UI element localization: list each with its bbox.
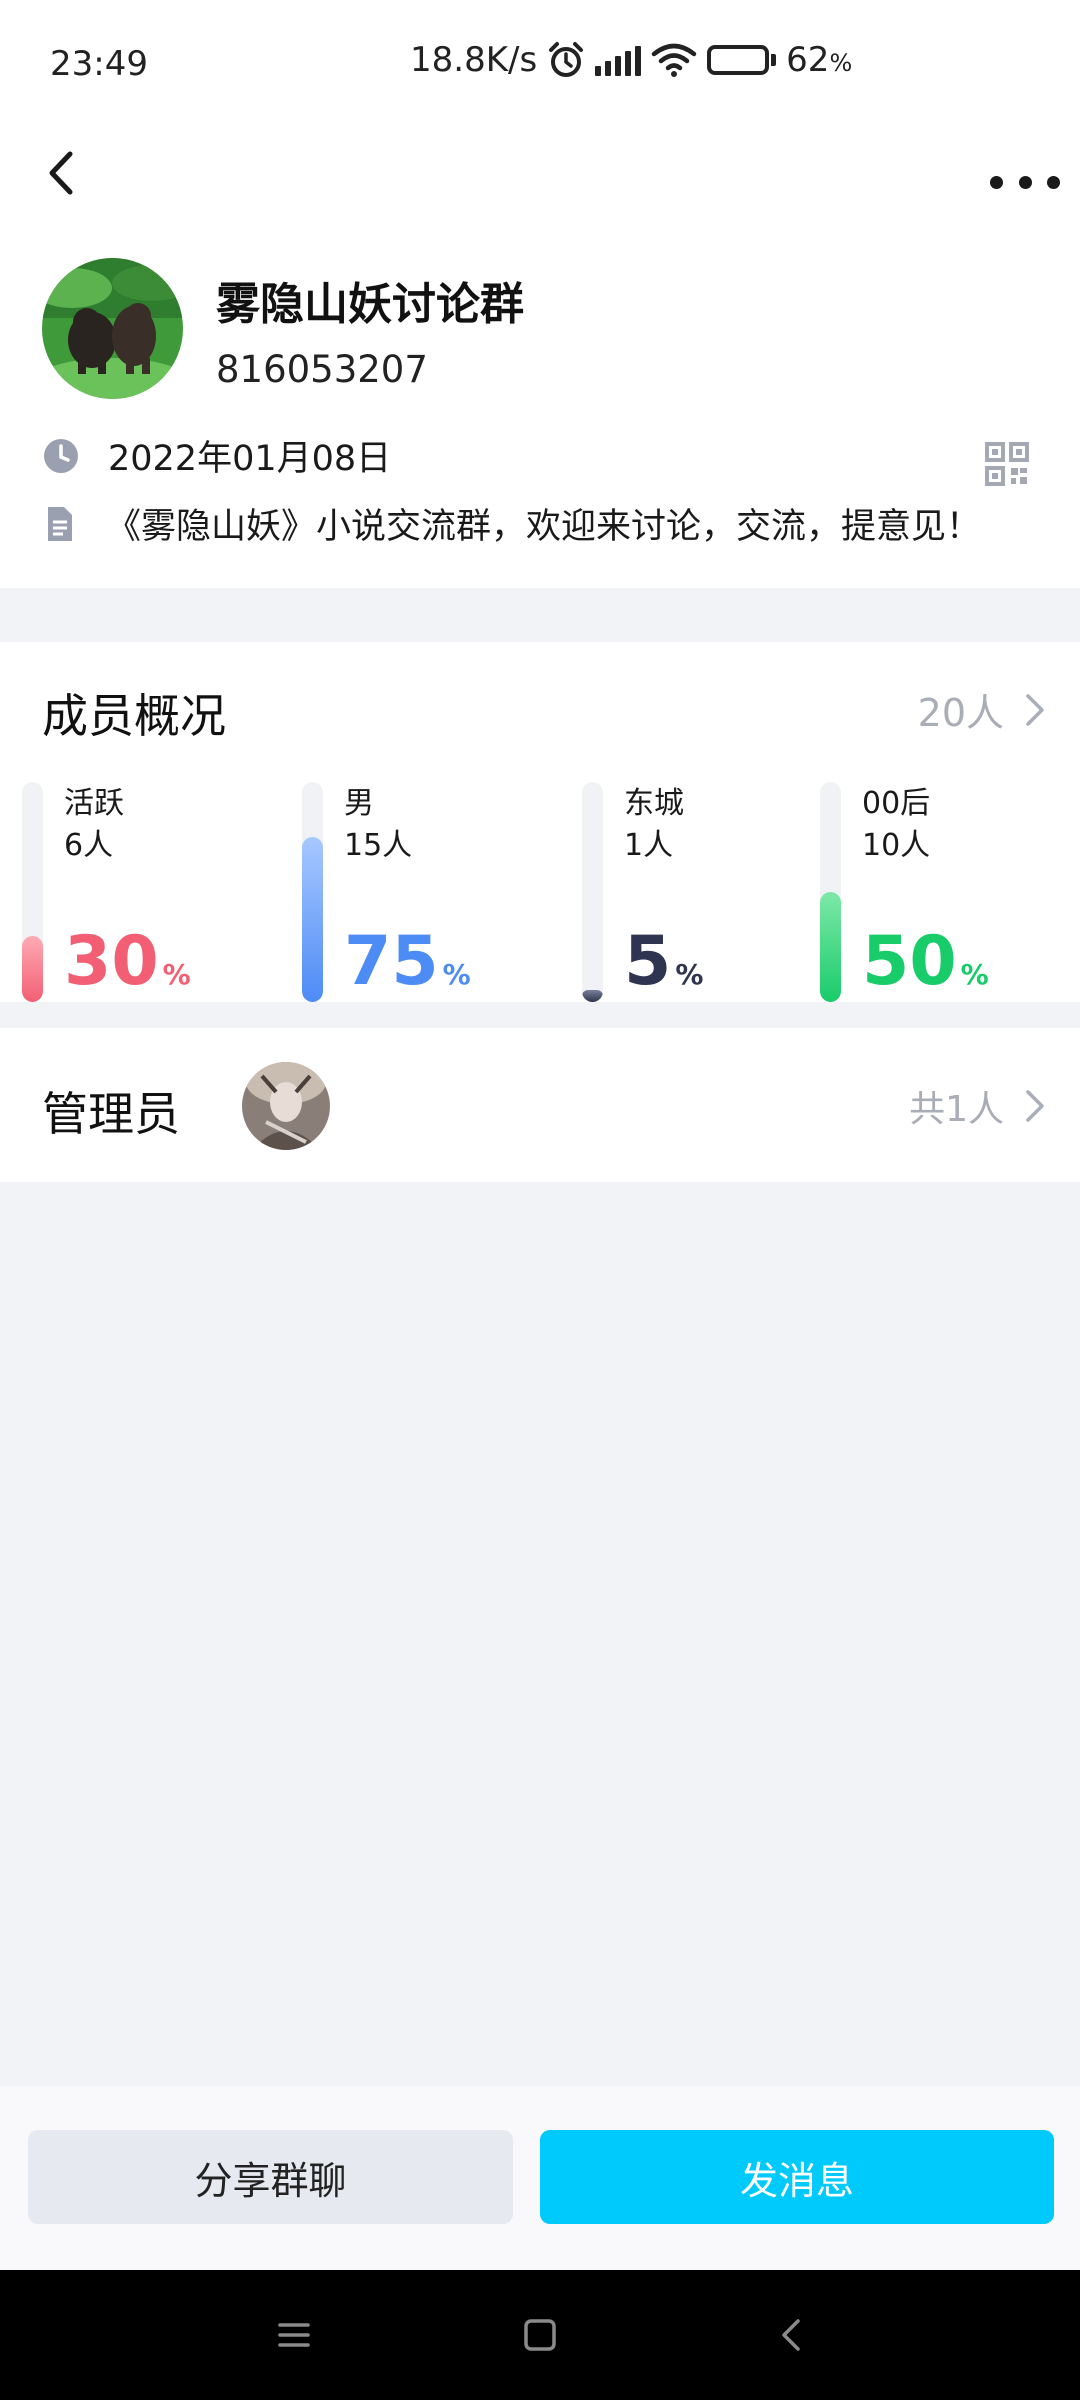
admin-section[interactable]: 管理员 共1人 <box>0 1028 1080 1182</box>
stat-percent: 5% <box>624 922 704 1001</box>
menu-icon <box>278 2323 310 2347</box>
group-avatar[interactable] <box>42 258 183 399</box>
stat-bar-fill <box>582 990 603 1002</box>
stat-bar-fill <box>820 892 841 1002</box>
stat-bar-track <box>302 782 323 1002</box>
status-bar: 23:49 18.8K/s 62% <box>0 0 1080 130</box>
stat-label: 00后 <box>862 786 931 821</box>
net-speed: 18.8K/s <box>410 40 538 80</box>
system-nav-bar <box>0 2270 1080 2400</box>
stat-count: 6人 <box>64 828 114 863</box>
admin-count-link[interactable]: 共1人 <box>909 1080 1046 1132</box>
stat-count: 15人 <box>344 828 413 863</box>
admin-avatar[interactable] <box>242 1062 330 1150</box>
stat-bar-track <box>820 782 841 1002</box>
battery-icon <box>707 45 777 75</box>
group-id: 816053207 <box>216 348 428 391</box>
stat-percent: 50% <box>862 922 989 1001</box>
nav-back-button[interactable] <box>772 2315 812 2355</box>
clock-icon <box>44 438 78 473</box>
stat-bar-track <box>582 782 603 1002</box>
admin-count: 共1人 <box>909 1089 1004 1130</box>
qr-code-icon <box>985 442 1029 486</box>
stat-count: 1人 <box>624 828 674 863</box>
stat-bar-track <box>22 782 43 1002</box>
wifi-icon <box>651 43 697 77</box>
member-count: 20人 <box>917 691 1004 735</box>
member-overview-section: 成员概况 20人 活跃 6人 30% 男 15人 75% 东城 1人 5% 00… <box>0 642 1080 1002</box>
share-group-button[interactable]: 分享群聊 <box>28 2130 513 2224</box>
send-message-button[interactable]: 发消息 <box>540 2130 1054 2224</box>
stat-count: 10人 <box>862 828 931 863</box>
group-description: 《雾隐山妖》小说交流群，欢迎来讨论，交流，提意见！ <box>106 507 982 547</box>
admin-title: 管理员 <box>42 1087 180 1141</box>
stat-label: 东城 <box>624 786 684 821</box>
group-info-section: 雾隐山妖讨论群 816053207 2022年01月08日 《雾隐山妖》小说交流… <box>0 130 1080 588</box>
back-button[interactable] <box>40 140 100 220</box>
stat-label: 男 <box>344 786 374 821</box>
status-indicators: 18.8K/s 62% <box>410 40 852 80</box>
alarm-icon <box>549 42 584 77</box>
chevron-right-icon <box>1026 1090 1044 1122</box>
stat-bar-fill <box>302 837 323 1002</box>
document-icon <box>48 506 72 541</box>
nav-home-button[interactable] <box>520 2315 560 2355</box>
status-time: 23:49 <box>50 44 148 84</box>
nav-menu-button[interactable] <box>274 2315 314 2355</box>
qr-code-button[interactable] <box>985 442 1029 486</box>
nav-back-icon <box>782 2319 800 2351</box>
description-row: 《雾隐山妖》小说交流群，欢迎来讨论，交流，提意见！ <box>42 498 981 549</box>
signal-icon <box>595 44 642 76</box>
more-dots-icon <box>990 175 1003 189</box>
member-overview-title: 成员概况 <box>42 689 226 743</box>
member-count-link[interactable]: 20人 <box>918 682 1046 737</box>
group-name: 雾隐山妖讨论群 <box>216 279 524 330</box>
stat-label: 活跃 <box>64 786 124 821</box>
stat-percent: 75% <box>344 922 471 1001</box>
created-date-row: 2022年01月08日 <box>42 430 391 481</box>
bottom-action-bar: 分享群聊 发消息 <box>0 2086 1080 2270</box>
home-square-icon <box>524 2319 556 2351</box>
back-arrow-icon <box>49 151 73 195</box>
stat-percent: 30% <box>64 922 191 1001</box>
stat-bar-fill <box>22 936 43 1002</box>
created-date: 2022年01月08日 <box>108 439 392 479</box>
battery-percent: 62% <box>786 40 853 80</box>
chevron-right-icon <box>1026 693 1044 726</box>
more-options-button[interactable] <box>990 152 1060 212</box>
